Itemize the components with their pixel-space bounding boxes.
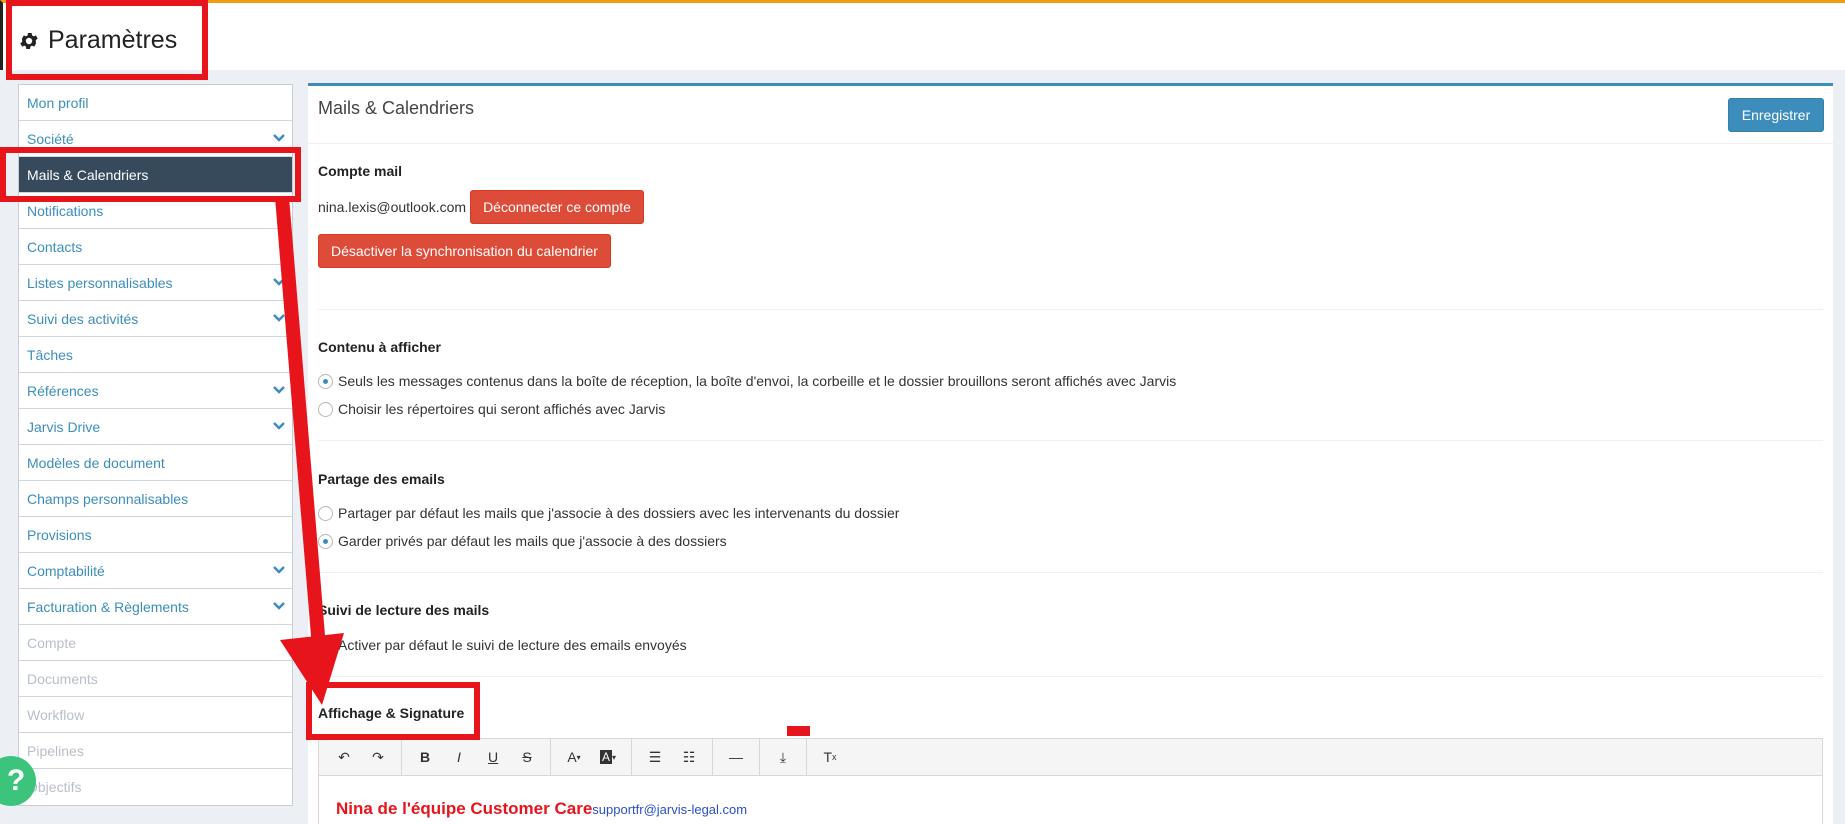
- numbered-list-icon[interactable]: ☷: [672, 742, 706, 772]
- sidebar-item-label: Workflow: [27, 707, 85, 723]
- sidebar-item: Objectifs: [19, 769, 292, 805]
- sidebar-item[interactable]: Modèles de document: [19, 445, 292, 481]
- annotation-box-sidebar-item: [0, 147, 301, 202]
- editor-toolbar: ↶ ↷ B I U S A ▾ A ▾ ☰ ☷ — ⤓ Tx: [318, 738, 1823, 776]
- sidebar-item-label: Provisions: [27, 527, 92, 543]
- section-title-signature: Affichage & Signature: [318, 705, 465, 721]
- content-section: Contenu à afficher: [318, 339, 1823, 355]
- sidebar-item-label: Champs personnalisables: [27, 491, 189, 507]
- toolbar-separator: [550, 738, 551, 776]
- clear-format-icon[interactable]: Tx: [813, 742, 847, 772]
- bullet-list-icon[interactable]: ☰: [638, 742, 672, 772]
- disconnect-account-button[interactable]: Déconnecter ce compte: [470, 190, 644, 224]
- sidebar-item-label: Suivi des activités: [27, 311, 139, 327]
- sidebar-item-label: Notifications: [27, 203, 104, 219]
- sidebar-item: Workflow: [19, 697, 292, 733]
- divider: [318, 309, 1823, 310]
- sidebar-item-label: Comptabilité: [27, 563, 105, 579]
- section-title-sharing: Partage des emails: [318, 471, 445, 487]
- sharing-section: Partage des emails: [318, 471, 1823, 487]
- save-button[interactable]: Enregistrer: [1728, 98, 1824, 132]
- sidebar-item-label: Listes personnalisables: [27, 275, 173, 291]
- undo-icon[interactable]: ↶: [327, 742, 361, 772]
- signature-content: Nina de l'équipe Customer Caresupportfr@…: [336, 799, 747, 819]
- settings-panel: Mails & Calendriers Enregistrer Compte m…: [308, 83, 1833, 824]
- annotation-box-title: [6, 0, 208, 80]
- sidebar-item: Pipelines: [19, 733, 292, 769]
- sidebar-item-label: Facturation & Règlements: [27, 599, 189, 615]
- toolbar-separator: [806, 738, 807, 776]
- strikethrough-icon[interactable]: S: [510, 742, 544, 772]
- sidebar-item-label: Contacts: [27, 239, 83, 255]
- radio-label: Partager par défaut les mails que j'asso…: [338, 505, 900, 521]
- text-color-icon[interactable]: A ▾: [557, 742, 591, 772]
- divider: [318, 676, 1823, 677]
- radio-label: Seuls les messages contenus dans la boît…: [338, 373, 1177, 389]
- sidebar-item-label: Société: [27, 131, 74, 147]
- sidebar-item[interactable]: Mon profil: [19, 85, 292, 121]
- sidebar-item[interactable]: Provisions: [19, 517, 292, 553]
- toolbar-separator: [759, 738, 760, 776]
- sidebar-item-label: Mon profil: [27, 95, 89, 111]
- divider: [318, 572, 1823, 573]
- toolbar-separator: [401, 738, 402, 776]
- sidebar-item-label: Tâches: [27, 347, 73, 363]
- sidebar-item: Compte: [19, 625, 292, 661]
- italic-icon[interactable]: I: [442, 742, 476, 772]
- toolbar-separator: [631, 738, 632, 776]
- sharing-option-share[interactable]: Partager par défaut les mails que j'asso…: [318, 505, 899, 521]
- sidebar-item[interactable]: Jarvis Drive: [19, 409, 292, 445]
- redo-icon[interactable]: ↷: [361, 742, 395, 772]
- sidebar-item-label: Jarvis Drive: [27, 419, 101, 435]
- section-title-content: Contenu à afficher: [318, 339, 441, 355]
- sidebar-item[interactable]: Tâches: [19, 337, 292, 373]
- signature-email: supportfr@jarvis-legal.com: [592, 802, 748, 817]
- sidebar-item-label: Modèles de document: [27, 455, 165, 471]
- signature-section: Affichage & Signature: [318, 705, 1823, 721]
- disable-calendar-sync-button[interactable]: Désactiver la synchronisation du calendr…: [318, 234, 611, 268]
- radio-label: Choisir les répertoires qui seront affic…: [338, 401, 666, 417]
- annotation-marker: [787, 726, 810, 736]
- top-bar: [0, 0, 1845, 70]
- sidebar-item-label: Documents: [27, 671, 98, 687]
- insert-image-icon[interactable]: ⤓: [766, 742, 800, 772]
- tracking-section: Suivi de lecture des mails: [318, 602, 1823, 618]
- sidebar-item-label: Pipelines: [27, 743, 84, 759]
- divider: [318, 440, 1823, 441]
- sidebar-item-label: Références: [27, 383, 99, 399]
- sidebar-item-label: Compte: [27, 635, 77, 651]
- panel-title: Mails & Calendriers: [318, 98, 475, 118]
- sidebar-item[interactable]: Suivi des activités: [19, 301, 292, 337]
- chevron-down-icon[interactable]: [272, 131, 286, 145]
- sidebar-item[interactable]: Références: [19, 373, 292, 409]
- section-title-tracking: Suivi de lecture des mails: [318, 602, 490, 618]
- horizontal-rule-icon[interactable]: —: [719, 742, 753, 772]
- underline-icon[interactable]: U: [476, 742, 510, 772]
- signature-editor[interactable]: Nina de l'équipe Customer Caresupportfr@…: [318, 776, 1823, 824]
- sidebar-item[interactable]: Listes personnalisables: [19, 265, 292, 301]
- content-option-default[interactable]: Seuls les messages contenus dans la boît…: [318, 373, 1176, 389]
- sidebar-item[interactable]: Facturation & Règlements: [19, 589, 292, 625]
- checkbox-label: Activer par défaut le suivi de lecture d…: [338, 637, 687, 653]
- mail-account-row: nina.lexis@outlook.com Déconnecter ce co…: [318, 190, 1823, 224]
- sidebar-item[interactable]: Comptabilité: [19, 553, 292, 589]
- bold-icon[interactable]: B: [408, 742, 442, 772]
- section-title-mail-account: Compte mail: [318, 163, 403, 179]
- content-option-choose[interactable]: Choisir les répertoires qui seront affic…: [318, 401, 665, 417]
- sidebar-item[interactable]: Champs personnalisables: [19, 481, 292, 517]
- sharing-option-private[interactable]: Garder privés par défaut les mails que j…: [318, 533, 727, 549]
- toolbar-separator: [712, 738, 713, 776]
- tracking-option[interactable]: Activer par défaut le suivi de lecture d…: [318, 637, 687, 653]
- sidebar-item[interactable]: Contacts: [19, 229, 292, 265]
- signature-name: Nina de l'équipe Customer Care: [336, 799, 593, 818]
- background-color-icon[interactable]: A ▾: [591, 742, 625, 772]
- radio-label: Garder privés par défaut les mails que j…: [338, 533, 727, 549]
- calendar-sync-row: Désactiver la synchronisation du calendr…: [318, 234, 1823, 268]
- mail-account-section: Compte mail: [318, 163, 1823, 179]
- panel-header: Mails & Calendriers Enregistrer: [308, 86, 1833, 144]
- sidebar-item: Documents: [19, 661, 292, 697]
- annotation-arrow: [275, 196, 344, 705]
